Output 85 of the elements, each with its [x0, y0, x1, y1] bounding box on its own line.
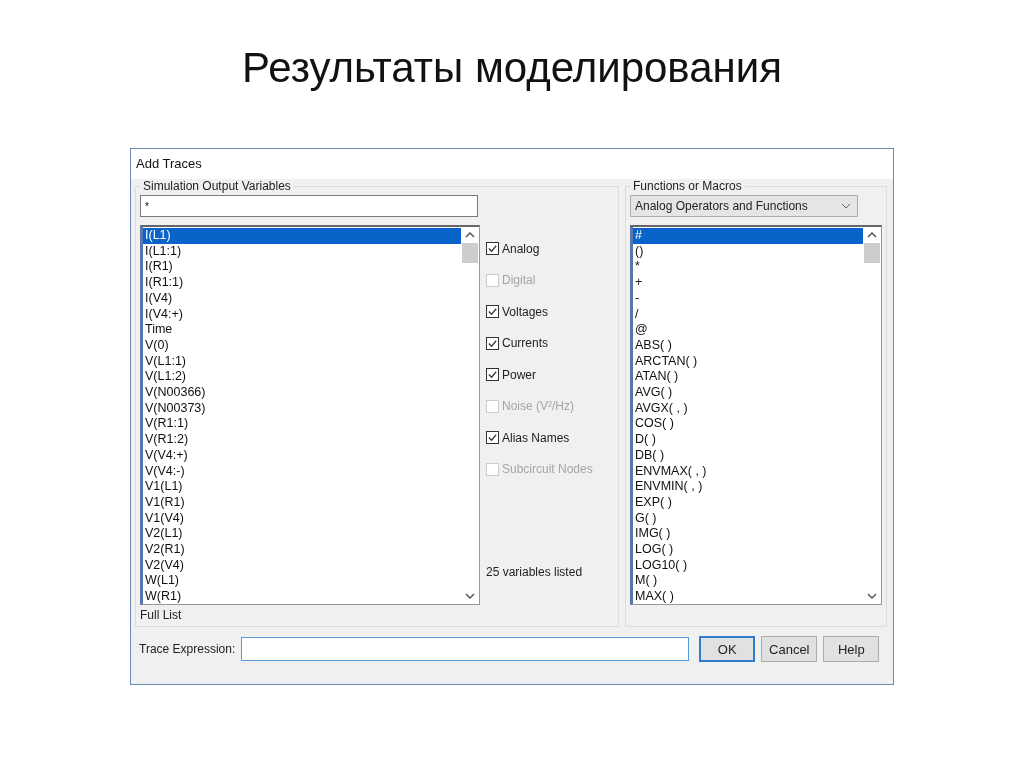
list-item[interactable]: ENVMAX( , ): [633, 463, 863, 480]
list-item[interactable]: ENVMIN( , ): [633, 479, 863, 495]
list-item[interactable]: W(L1): [143, 573, 461, 590]
checkbox-label: Subcircuit Nodes: [502, 462, 593, 477]
list-item[interactable]: V1(V4): [143, 510, 461, 527]
list-item[interactable]: V1(L1): [143, 479, 461, 495]
list-item[interactable]: V2(R1): [143, 542, 461, 558]
list-item[interactable]: I(V4:+): [143, 306, 461, 323]
checkbox[interactable]: [486, 305, 499, 319]
checkbox-label: Voltages: [502, 304, 549, 319]
list-item[interactable]: M( ): [633, 573, 863, 590]
list-item[interactable]: ATAN( ): [633, 369, 863, 386]
trace-expression-field[interactable]: [241, 637, 690, 661]
list-item[interactable]: V(L1:2): [143, 369, 461, 386]
window-title: Add Traces: [131, 149, 893, 179]
list-item[interactable]: MAX( ): [633, 589, 863, 605]
scroll-down-icon[interactable]: [867, 592, 877, 600]
checkmark-icon: [487, 243, 498, 255]
list-item[interactable]: AVG( ): [633, 385, 863, 401]
group-label: Simulation Output Variables: [142, 179, 292, 193]
list-item[interactable]: D( ): [633, 432, 863, 448]
scrollbar-thumb[interactable]: [864, 243, 880, 263]
list-item[interactable]: V(N00366): [143, 385, 461, 401]
list-item[interactable]: (): [633, 243, 863, 260]
list-item[interactable]: V(R1:1): [143, 416, 461, 433]
list-item[interactable]: V(L1:1): [143, 353, 461, 370]
field-label: Trace Expression:: [139, 642, 236, 656]
list-item[interactable]: I(R1:1): [143, 275, 461, 291]
chevron-down-icon: [841, 203, 851, 209]
functions-dropdown[interactable]: Analog Operators and Functions: [630, 195, 858, 217]
list-item[interactable]: V1(R1): [143, 494, 461, 511]
list-item[interactable]: W(R1): [143, 589, 461, 605]
list-item[interactable]: I(L1): [143, 228, 461, 244]
filter-field[interactable]: *: [140, 195, 478, 217]
checkmark-icon: [487, 306, 498, 318]
list-item[interactable]: G( ): [633, 510, 863, 527]
dialog-button[interactable]: Help: [823, 636, 880, 662]
list-item[interactable]: *: [633, 259, 863, 276]
dialog-button[interactable]: OK: [699, 636, 756, 662]
list-item[interactable]: LOG10( ): [633, 557, 863, 574]
variables-count: 25 variables listed: [486, 565, 584, 579]
checkbox-label: Power: [502, 367, 536, 382]
list-item[interactable]: /: [633, 306, 863, 323]
list-item[interactable]: AVGX( , ): [633, 400, 863, 417]
list-item[interactable]: V(R1:2): [143, 432, 461, 448]
list-item[interactable]: +: [633, 275, 863, 291]
list-item[interactable]: V(N00373): [143, 400, 461, 417]
scroll-up-icon[interactable]: [867, 231, 877, 239]
list-item[interactable]: ABS( ): [633, 337, 863, 354]
list-item[interactable]: V(0): [143, 337, 461, 354]
list-mode-label: Full List: [140, 607, 183, 622]
list-item[interactable]: -: [633, 290, 863, 307]
list-item[interactable]: I(R1): [143, 259, 461, 276]
checkbox-label: Noise (V²/Hz): [502, 399, 574, 414]
checkmark-icon: [487, 369, 498, 381]
group-label: Functions or Macros: [632, 179, 743, 193]
checkbox[interactable]: [486, 368, 499, 382]
checkbox[interactable]: [486, 336, 499, 350]
list-item[interactable]: V(V4:+): [143, 447, 461, 464]
list-item[interactable]: V2(V4): [143, 557, 461, 574]
scroll-up-icon[interactable]: [465, 231, 475, 239]
list-item[interactable]: EXP( ): [633, 494, 863, 511]
list-item[interactable]: COS( ): [633, 416, 863, 433]
list-item[interactable]: @: [633, 322, 863, 338]
list-item[interactable]: V(V4:-): [143, 463, 461, 480]
checkbox-label: Currents: [502, 336, 548, 351]
dialog-button[interactable]: Cancel: [761, 636, 818, 662]
list-item[interactable]: I(V4): [143, 290, 461, 307]
list-item[interactable]: V2(L1): [143, 526, 461, 543]
scrollbar-thumb[interactable]: [462, 243, 478, 263]
slide-title: Результаты моделирования: [241, 43, 783, 93]
list-item[interactable]: ARCTAN( ): [633, 353, 863, 370]
list-item[interactable]: Time: [143, 322, 461, 338]
list-item[interactable]: IMG( ): [633, 526, 863, 543]
checkbox-label: Analog: [502, 241, 540, 256]
list-item[interactable]: I(L1:1): [143, 243, 461, 260]
checkbox-label: Digital: [502, 273, 536, 288]
checkbox[interactable]: [486, 242, 499, 256]
list-item[interactable]: DB( ): [633, 447, 863, 464]
list-item[interactable]: #: [633, 228, 863, 244]
scroll-down-icon[interactable]: [465, 592, 475, 600]
checkbox[interactable]: [486, 431, 499, 445]
list-item[interactable]: LOG( ): [633, 542, 863, 558]
checkbox-label: Alias Names: [502, 430, 570, 445]
checkmark-icon: [487, 432, 498, 444]
